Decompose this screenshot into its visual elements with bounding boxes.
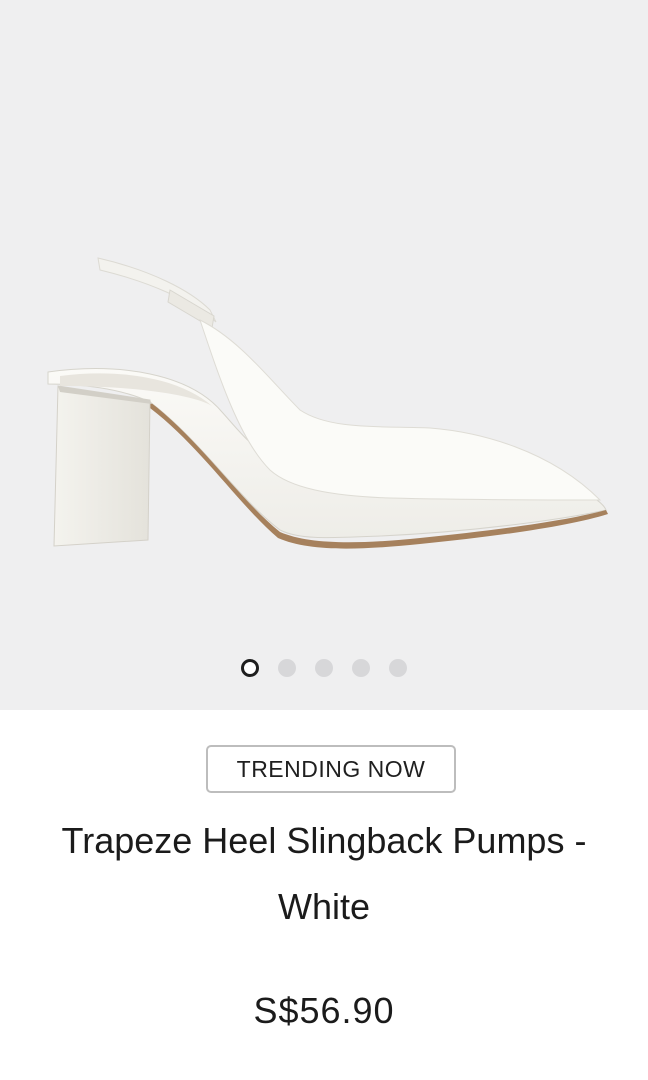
carousel-dots xyxy=(0,659,648,677)
product-price: S$56.90 xyxy=(253,990,395,1031)
product-image-gallery[interactable] xyxy=(0,0,648,710)
product-title: Trapeze Heel Slingback Pumps - White xyxy=(61,820,587,927)
carousel-dot-1[interactable] xyxy=(241,659,259,677)
carousel-dot-2[interactable] xyxy=(278,659,296,677)
carousel-dot-4[interactable] xyxy=(352,659,370,677)
carousel-dot-3[interactable] xyxy=(315,659,333,677)
white-slingback-pump-icon[interactable] xyxy=(0,0,648,710)
trending-badge: TRENDING NOW xyxy=(206,745,456,793)
carousel-dot-5[interactable] xyxy=(389,659,407,677)
product-page: TRENDING NOW Trapeze Heel Slingback Pump… xyxy=(0,0,648,1080)
